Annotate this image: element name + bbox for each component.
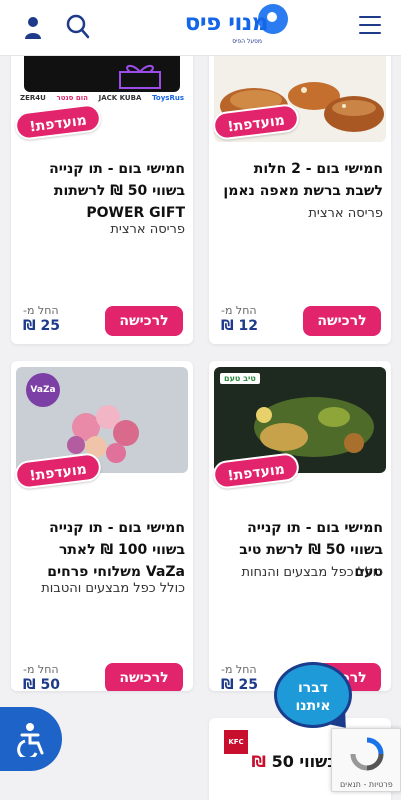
recaptcha-icon: [350, 737, 384, 771]
buy-button[interactable]: לרכישה: [105, 663, 183, 691]
user-icon[interactable]: [24, 16, 42, 40]
brand-zer4u: ZER4U: [20, 94, 46, 102]
tiv-taam-logo: טיב טעם: [220, 373, 260, 384]
price-from-label: החל מ-: [221, 663, 257, 676]
accessibility-icon: [17, 723, 44, 757]
brand-jack-kuba: JACK KUBA: [98, 94, 142, 102]
gift-box-icon: [119, 65, 161, 89]
product-card[interactable]: ZER4U הום סנטר JACK KUBA ToysRus מועדפת!…: [11, 30, 193, 344]
price-from-label: החל מ-: [23, 663, 59, 676]
menu-icon[interactable]: [359, 16, 381, 34]
card-description: כולל כפל מבצעים והנחות: [241, 565, 383, 580]
buy-button[interactable]: לרכישה: [105, 306, 183, 336]
chat-bubble-button[interactable]: דברו איתנו: [274, 662, 352, 728]
kfc-currency: ₪: [251, 752, 266, 771]
card-title: חמישי בום - 2 חלות לשבת ברשת מאפה נאמן: [223, 161, 383, 199]
card-description: כולל כפל מבצעים והטבות: [41, 581, 185, 596]
top-header: מנוי פיס מפעל הפיס: [0, 0, 401, 56]
product-card[interactable]: טיב טעם מועדפת! חמישי בום - תו קנייה בשו…: [209, 361, 391, 691]
kfc-logo: KFC: [224, 730, 248, 754]
price-value: 12 ₪: [221, 318, 259, 334]
card-description: פריסה ארצית: [110, 222, 185, 237]
card-title: חמישי בום - תו קנייה בשווי 50 ₪ לרשתות P…: [49, 161, 185, 221]
card-title: חמישי בום - תו קנייה בשווי 100 ₪ לאתר Va…: [47, 520, 185, 580]
product-image-tiv-taam: טיב טעם: [214, 367, 386, 473]
price-from-label: החל מ-: [23, 304, 59, 317]
price-from-label: החל מ-: [221, 304, 257, 317]
brand-logos-row: ZER4U הום סנטר JACK KUBA ToysRus: [20, 94, 184, 102]
product-card[interactable]: VaZa מועדפת! חמישי בום - תו קנייה בשווי …: [11, 361, 193, 691]
brand-home-center: הום סנטר: [56, 94, 88, 102]
vaza-logo: VaZa: [26, 373, 60, 407]
site-logo[interactable]: מנוי פיס מפעל הפיס: [160, 4, 288, 50]
product-card[interactable]: מועדפת! חמישי בום - 2 חלות לשבת ברשת מאפ…: [209, 30, 391, 344]
price-value: 25 ₪: [23, 318, 61, 334]
accessibility-button[interactable]: [0, 707, 62, 771]
price-value: 50 ₪: [23, 677, 61, 691]
recaptcha-legal-links[interactable]: פרטיות - תנאים: [340, 780, 393, 789]
brand-toysrus: ToysRus: [152, 94, 184, 102]
logo-subtitle: מפעל הפיס: [232, 38, 262, 45]
price-value: 25 ₪: [221, 677, 259, 691]
search-icon[interactable]: [66, 14, 90, 40]
card-description: פריסה ארצית: [308, 206, 383, 221]
buy-button[interactable]: לרכישה: [303, 306, 381, 336]
chat-label: דברו איתנו: [295, 680, 331, 714]
product-image-vaza-flowers: VaZa: [16, 367, 188, 473]
logo-text: מנוי פיס: [184, 10, 269, 36]
